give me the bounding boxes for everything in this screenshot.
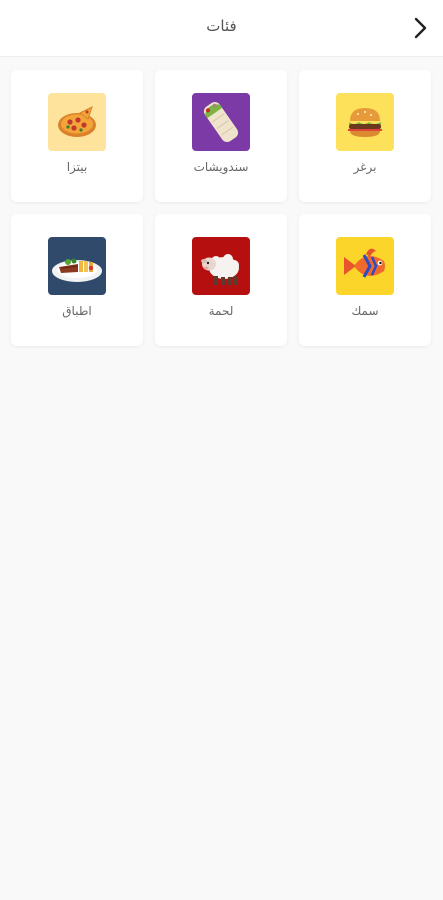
burger-icon bbox=[336, 93, 394, 151]
category-card-meat[interactable]: لحمة bbox=[155, 214, 287, 346]
plate-dish-icon bbox=[48, 237, 106, 295]
wrap-sandwich-icon bbox=[192, 93, 250, 151]
sheep-icon bbox=[192, 237, 250, 295]
category-label: سمك bbox=[351, 304, 379, 318]
category-label: سندويشات bbox=[193, 160, 249, 174]
back-button[interactable] bbox=[409, 14, 433, 42]
chevron-right-icon bbox=[414, 17, 427, 39]
categories-grid: برغر سندويشات بيتزا سمك لحمة اطباق bbox=[11, 70, 431, 346]
pizza-icon bbox=[48, 93, 106, 151]
category-label: برغر bbox=[353, 160, 377, 174]
category-card-dishes[interactable]: اطباق bbox=[11, 214, 143, 346]
category-card-pizza[interactable]: بيتزا bbox=[11, 70, 143, 202]
category-label: بيتزا bbox=[66, 160, 88, 174]
category-card-fish[interactable]: سمك bbox=[299, 214, 431, 346]
page-title: فئات bbox=[206, 17, 237, 35]
app-screen: فئات برغر سندويشات بيتزا سمك لحمة اطباق bbox=[0, 0, 443, 900]
category-card-burger[interactable]: برغر bbox=[299, 70, 431, 202]
fish-icon bbox=[336, 237, 394, 295]
category-label: لحمة bbox=[208, 304, 234, 318]
category-label: اطباق bbox=[62, 304, 92, 318]
top-bar: فئات bbox=[0, 0, 443, 57]
category-card-sandwiches[interactable]: سندويشات bbox=[155, 70, 287, 202]
